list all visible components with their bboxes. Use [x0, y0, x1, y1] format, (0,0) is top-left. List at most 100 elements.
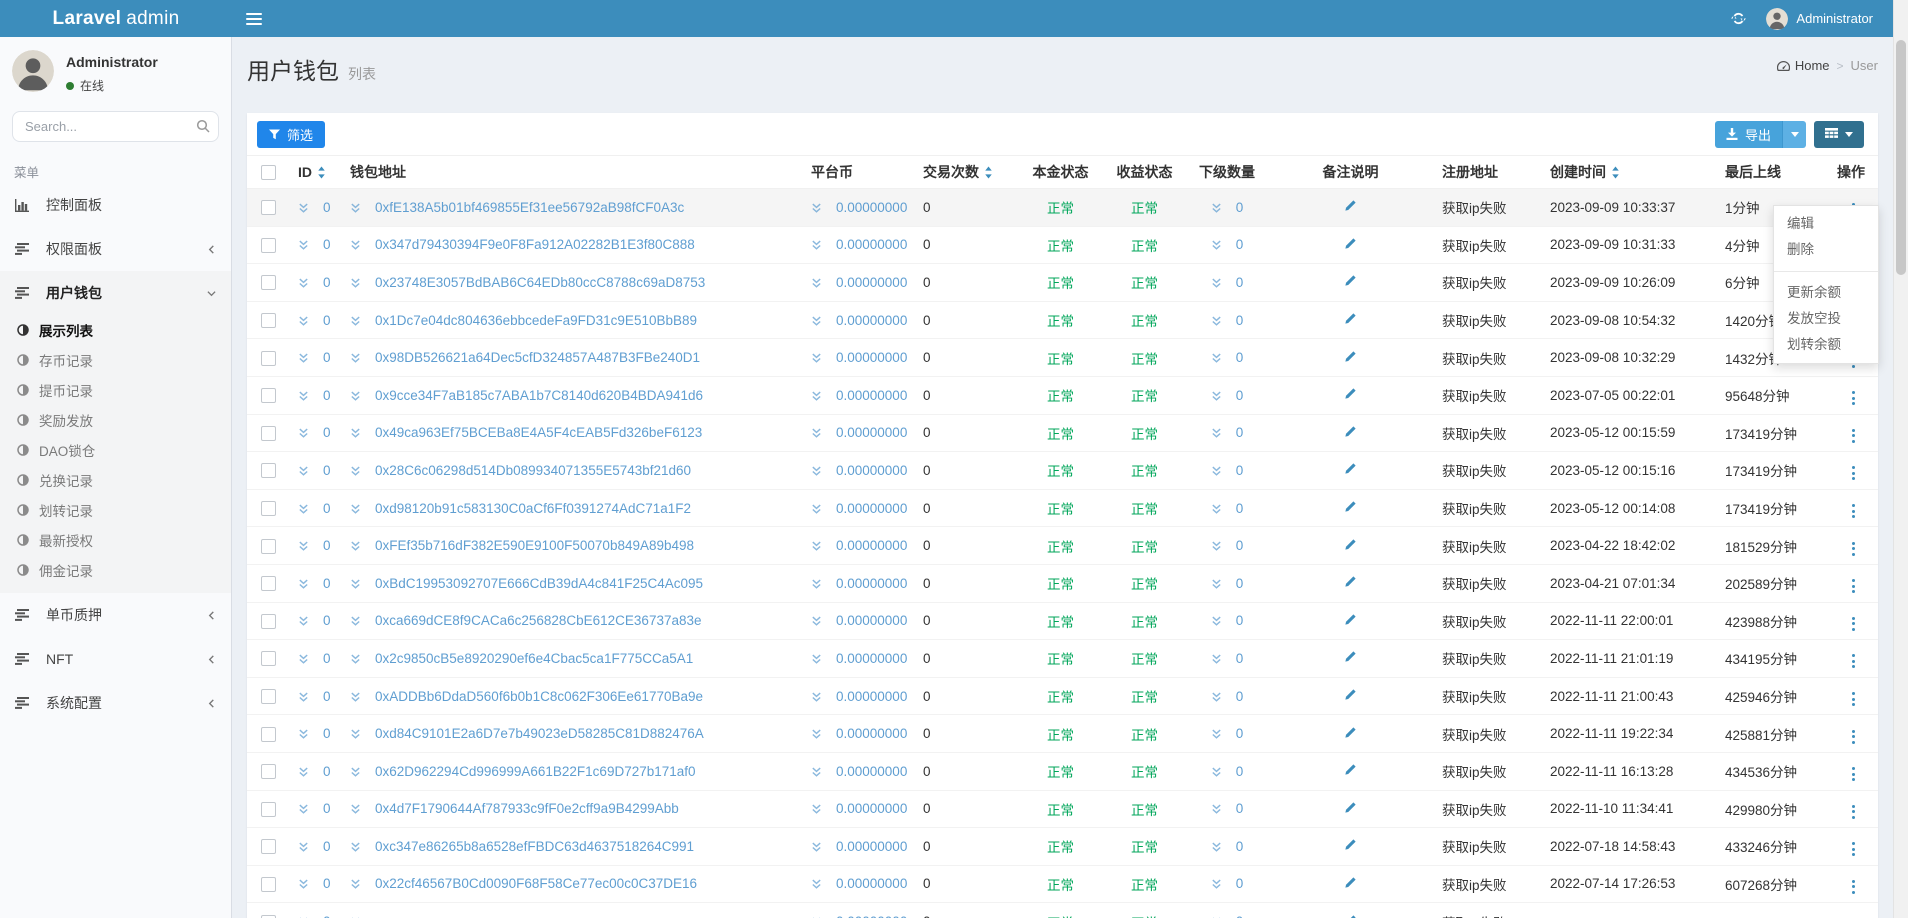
expand-icon[interactable] [298, 240, 316, 251]
refresh-icon[interactable] [1731, 11, 1746, 26]
row-actions-icon[interactable] [1847, 576, 1860, 596]
expand-icon[interactable] [1211, 729, 1229, 740]
expand-icon[interactable] [298, 729, 316, 740]
row-actions-icon[interactable] [1847, 539, 1860, 559]
expand-icon[interactable] [350, 504, 368, 515]
expand-icon[interactable] [350, 767, 368, 778]
row-checkbox[interactable] [261, 238, 276, 253]
expand-icon[interactable] [811, 203, 829, 214]
expand-icon[interactable] [298, 842, 316, 853]
expand-icon[interactable] [811, 278, 829, 289]
row-checkbox[interactable] [261, 275, 276, 290]
sort-icon[interactable] [312, 164, 326, 180]
edit-note-icon[interactable] [1344, 237, 1357, 250]
expand-icon[interactable] [298, 316, 316, 327]
expand-icon[interactable] [298, 203, 316, 214]
row-actions-icon[interactable] [1847, 463, 1860, 483]
edit-note-icon[interactable] [1344, 538, 1357, 551]
sidebar-item[interactable]: 权限面板 [0, 227, 231, 271]
row-checkbox[interactable] [261, 426, 276, 441]
sidebar-toggle-button[interactable] [232, 0, 276, 37]
expand-icon[interactable] [1211, 504, 1229, 515]
expand-icon[interactable] [811, 842, 829, 853]
expand-icon[interactable] [298, 541, 316, 552]
sidebar-item[interactable]: NFT [0, 637, 231, 681]
wallet-address-link[interactable]: 0xBdC19953092707E666CdB39dA4c841F25C4Ac0… [375, 576, 703, 591]
wallet-address-link[interactable]: 0xFEf35b716dF382E590E9100F50070b849A89b4… [375, 538, 694, 553]
wallet-address-link[interactable]: 0xca669dCE8f9CACa6c256828CbE612CE36737a8… [375, 613, 702, 628]
expand-icon[interactable] [298, 353, 316, 364]
expand-icon[interactable] [1211, 240, 1229, 251]
expand-icon[interactable] [298, 879, 316, 890]
expand-icon[interactable] [350, 240, 368, 251]
column-header[interactable]: 交易次数 [915, 156, 1019, 189]
sidebar-subitem[interactable]: 展示列表 [0, 315, 231, 345]
row-actions-icon[interactable] [1847, 426, 1860, 446]
expand-icon[interactable] [350, 203, 368, 214]
row-actions-icon[interactable] [1847, 501, 1860, 521]
edit-note-icon[interactable] [1344, 688, 1357, 701]
expand-icon[interactable] [298, 654, 316, 665]
action-menu-item[interactable]: 划转余额 [1774, 332, 1878, 358]
edit-note-icon[interactable] [1344, 838, 1357, 851]
sidebar-subitem[interactable]: 最新授权 [0, 525, 231, 555]
expand-icon[interactable] [1211, 428, 1229, 439]
wallet-address-link[interactable]: 0x4d7F1790644Af787933c9fF0e2cff9a9B4299A… [375, 801, 679, 816]
edit-note-icon[interactable] [1344, 801, 1357, 814]
expand-icon[interactable] [350, 692, 368, 703]
export-button[interactable]: 导出 [1715, 121, 1783, 148]
expand-icon[interactable] [1211, 767, 1229, 778]
wallet-address-link[interactable]: 0x2c9850cB5e8920290ef6e4Cbac5ca1F775CCa5… [375, 651, 693, 666]
edit-note-icon[interactable] [1344, 387, 1357, 400]
expand-icon[interactable] [350, 616, 368, 627]
row-actions-icon[interactable] [1847, 839, 1860, 859]
wallet-address-link[interactable]: 0x98DB526621a64Dec5cfD324857A487B3FBe240… [375, 350, 700, 365]
edit-note-icon[interactable] [1344, 650, 1357, 663]
edit-note-icon[interactable] [1344, 763, 1357, 776]
expand-icon[interactable] [811, 391, 829, 402]
filter-button[interactable]: 筛选 [257, 121, 325, 148]
expand-icon[interactable] [298, 428, 316, 439]
wallet-address-link[interactable]: 0x347d79430394F9e0F8Fa912A02282B1E3f80C8… [375, 237, 695, 252]
edit-note-icon[interactable] [1344, 914, 1357, 918]
sort-icon[interactable] [1606, 164, 1620, 180]
wallet-address-link[interactable]: 0xfE138A5b01bf469855Ef31ee56792aB98fCF0A… [375, 200, 684, 215]
row-actions-icon[interactable] [1847, 764, 1860, 784]
expand-icon[interactable] [1211, 654, 1229, 665]
column-header[interactable]: 创建时间 [1542, 156, 1717, 189]
expand-icon[interactable] [811, 428, 829, 439]
row-checkbox[interactable] [261, 351, 276, 366]
expand-icon[interactable] [350, 278, 368, 289]
expand-icon[interactable] [1211, 316, 1229, 327]
expand-icon[interactable] [1211, 541, 1229, 552]
expand-icon[interactable] [811, 804, 829, 815]
export-caret-button[interactable] [1783, 121, 1806, 148]
row-checkbox[interactable] [261, 915, 276, 918]
edit-note-icon[interactable] [1344, 876, 1357, 889]
expand-icon[interactable] [298, 579, 316, 590]
scrollbar-thumb[interactable] [1896, 40, 1906, 275]
expand-icon[interactable] [350, 316, 368, 327]
expand-icon[interactable] [350, 541, 368, 552]
row-actions-icon[interactable] [1847, 689, 1860, 709]
expand-icon[interactable] [298, 391, 316, 402]
edit-note-icon[interactable] [1344, 274, 1357, 287]
wallet-address-link[interactable]: 0x62D962294Cd996999A661B22F1c69D727b171a… [375, 764, 696, 779]
sidebar-item[interactable]: 用户钱包 [0, 271, 231, 315]
expand-icon[interactable] [811, 240, 829, 251]
expand-icon[interactable] [350, 428, 368, 439]
wallet-address-link[interactable]: 0x49ca963Ef75BCEBa8E4A5F4cEAB5Fd326beF61… [375, 425, 702, 440]
column-selector-button[interactable] [1814, 121, 1864, 148]
wallet-address-link[interactable]: 0x23748E3057BdBAB6C64EDb80ccC8788c69aD87… [375, 275, 705, 290]
wallet-address-link[interactable]: 0x1Dc7e04dc804636ebbcedeFa9FD31c9E510BbB… [375, 313, 697, 328]
row-checkbox[interactable] [261, 614, 276, 629]
row-actions-icon[interactable] [1847, 727, 1860, 747]
sidebar-subitem[interactable]: 提币记录 [0, 375, 231, 405]
column-header[interactable]: ID [290, 156, 342, 189]
action-menu-item[interactable]: 发放空投 [1774, 306, 1878, 332]
sidebar-item[interactable]: 单币质押 [0, 593, 231, 637]
row-checkbox[interactable] [261, 651, 276, 666]
row-actions-icon[interactable] [1847, 877, 1860, 897]
sidebar-item[interactable]: 系统配置 [0, 681, 231, 725]
sidebar-subitem[interactable]: 存币记录 [0, 345, 231, 375]
